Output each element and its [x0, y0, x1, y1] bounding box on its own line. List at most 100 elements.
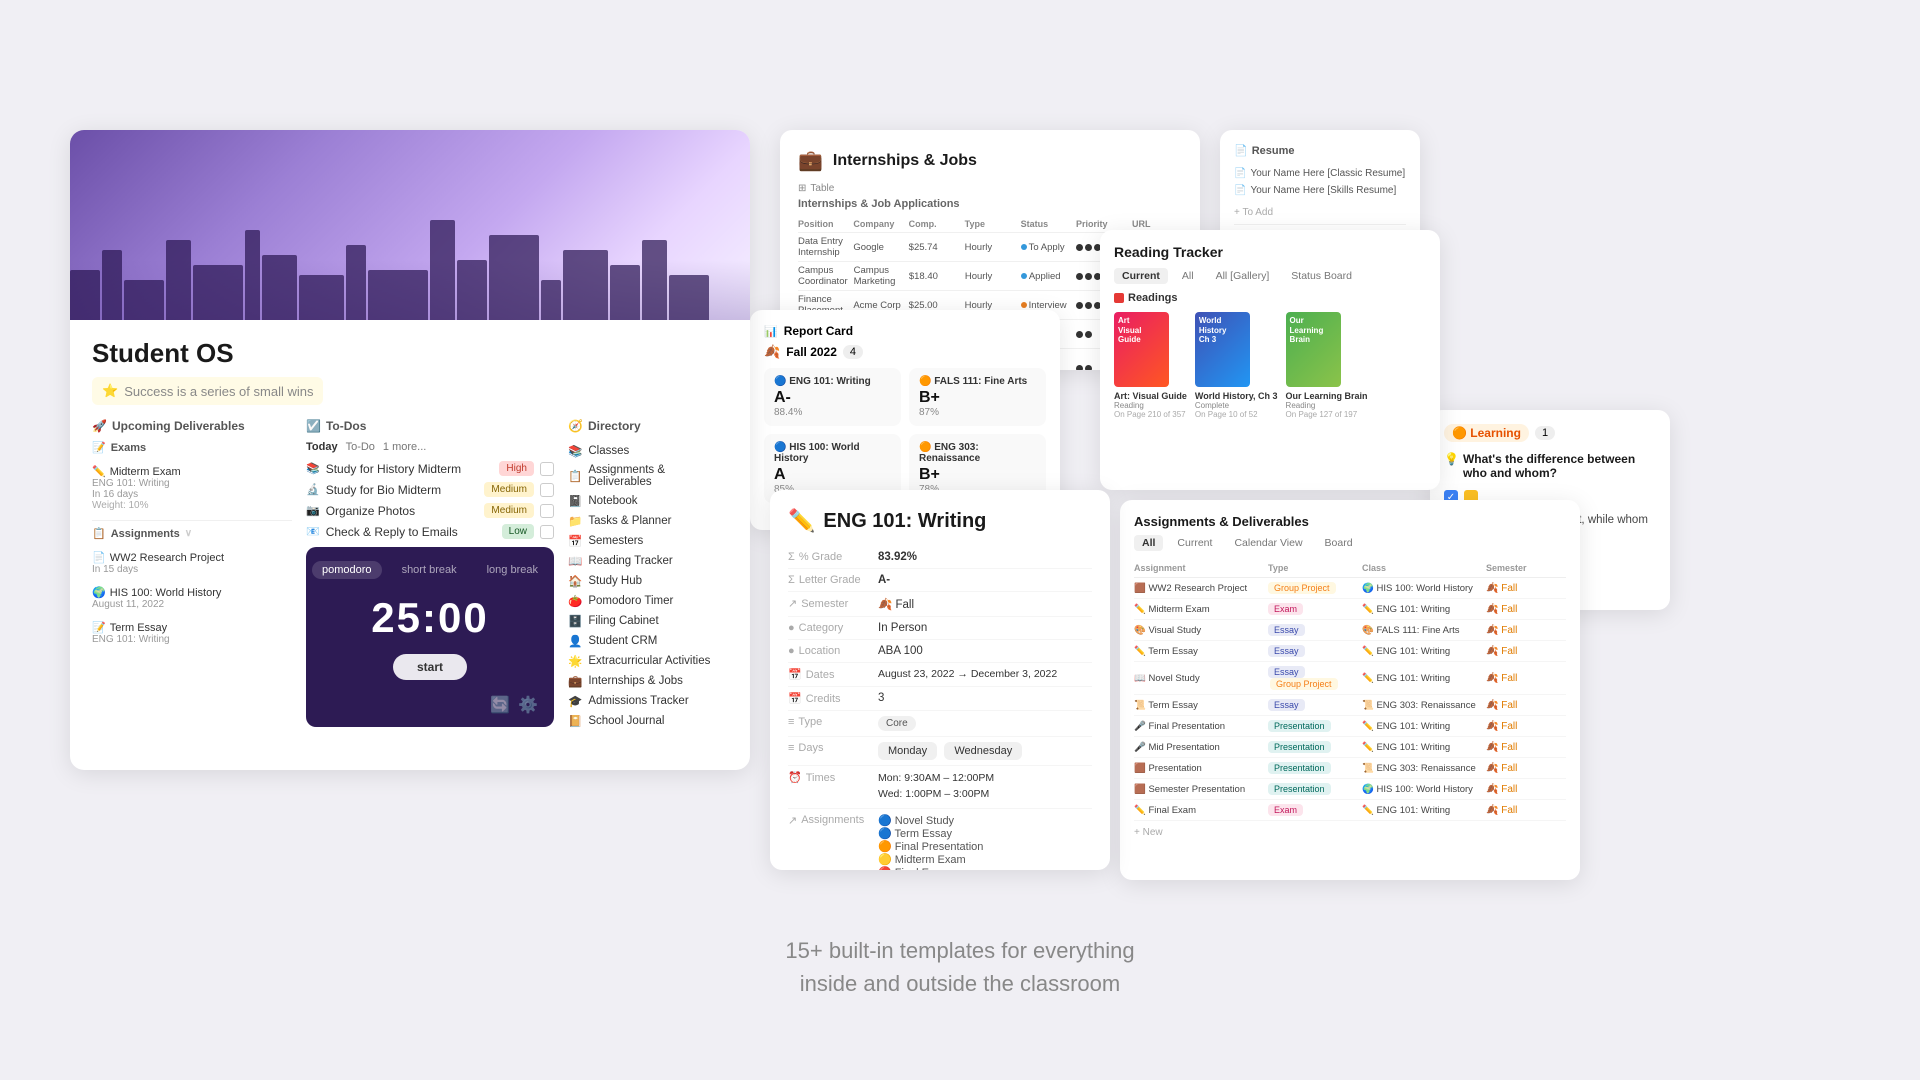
tab-status-board[interactable]: Status Board [1283, 268, 1360, 284]
reading-tracker-card: Reading Tracker Current All All [Gallery… [1100, 230, 1440, 490]
tab-board[interactable]: Board [1317, 535, 1361, 551]
star-icon: ⭐ [102, 383, 118, 399]
building-14 [541, 280, 561, 320]
tab-long-break[interactable]: long break [477, 561, 548, 579]
book-2-container: WorldHistoryCh 3 World History, Ch 3 Com… [1195, 312, 1278, 419]
dir-semesters[interactable]: 📅Semesters [568, 531, 728, 551]
tasks-icon: 📁 [568, 514, 582, 528]
report-header: 📊 Report Card [764, 324, 1046, 338]
course-eng101: 🔵 ENG 101: Writing A- 88.4% [764, 368, 901, 426]
todos-label: ☑️ To-Dos [306, 419, 554, 433]
eng101-card: ✏️ ENG 101: Writing Σ % Grade 83.92% Σ L… [770, 490, 1110, 870]
building-11 [430, 220, 455, 320]
cards-area: Student OS ⭐ Success is a series of smal… [0, 90, 1920, 990]
pomodoro-tabs: pomodoro short break long break [312, 561, 548, 579]
learning-badge: 🟠 Learning [1444, 424, 1529, 442]
assignments-icon: 📋 [568, 469, 582, 483]
course-icon-3: 🔵 [774, 442, 786, 453]
assignments-title: Assignments & Deliverables [1134, 514, 1566, 529]
dir-tasks[interactable]: 📁Tasks & Planner [568, 511, 728, 531]
exam-icon: 📝 [92, 441, 106, 454]
dir-admissions[interactable]: 🎓Admissions Tracker [568, 691, 728, 711]
dir-filing[interactable]: 🗄️Filing Cabinet [568, 611, 728, 631]
dir-journal[interactable]: 📔School Journal [568, 711, 728, 731]
clock-icon: ⏰ [788, 771, 802, 784]
dir-pomodoro[interactable]: 🍅Pomodoro Timer [568, 591, 728, 611]
dir-study-hub[interactable]: 🏠Study Hub [568, 571, 728, 591]
dir-crm[interactable]: 👤Student CRM [568, 631, 728, 651]
todo-checkbox-4[interactable] [540, 525, 554, 539]
assignments-section-label: 📋 Assignments ∨ [92, 527, 292, 540]
book-cover-2[interactable]: WorldHistoryCh 3 [1195, 312, 1250, 387]
grade-pct-row: Σ % Grade 83.92% [788, 546, 1092, 569]
start-button[interactable]: start [393, 654, 467, 680]
assignment-item-2: 🌍 HIS 100: World History August 11, 2022 [92, 583, 292, 613]
notebook-icon: 📓 [568, 494, 582, 508]
add-resume-button[interactable]: + To Add [1234, 207, 1406, 218]
compass-icon: 🧭 [568, 419, 583, 433]
reading-icon: 📖 [568, 554, 582, 568]
assign-arrow-icon: ↗ [788, 814, 797, 827]
tab-current[interactable]: Current [1114, 268, 1168, 284]
building-3 [124, 280, 164, 320]
tab-more[interactable]: 1 more... [383, 441, 426, 453]
tab-all[interactable]: All [1174, 268, 1202, 284]
todo-item-1: 📚 Study for History Midterm High [306, 461, 554, 476]
dir-classes[interactable]: 📚Classes [568, 441, 728, 461]
book-1-container: ArtVisualGuide Art: Visual Guide Reading… [1114, 312, 1187, 419]
building-16 [610, 265, 640, 320]
assignment-item-1: 📄 WW2 Research Project In 15 days [92, 548, 292, 578]
todo-item-3: 📷 Organize Photos Medium [306, 503, 554, 518]
times-row: ⏰ Times Mon: 9:30AM – 12:00PMWed: 1:00PM… [788, 766, 1092, 809]
dir-internships[interactable]: 💼Internships & Jobs [568, 671, 728, 691]
email-icon: 📧 [306, 525, 320, 538]
course-icon-2: 🟠 [919, 376, 931, 387]
asgn-row-4: ✏️ Term Essay Essay ✏️ ENG 101: Writing … [1134, 641, 1566, 662]
study-hub-icon: 🏠 [568, 574, 582, 588]
building-2 [102, 250, 122, 320]
location-row: ● Location ABA 100 [788, 640, 1092, 663]
crm-icon: 👤 [568, 634, 582, 648]
list-icon: 📋 [92, 527, 106, 540]
check-icon: ☑️ [306, 419, 321, 433]
todo-checkbox-1[interactable] [540, 462, 554, 476]
dir-reading[interactable]: 📖Reading Tracker [568, 551, 728, 571]
tab-pomodoro[interactable]: pomodoro [312, 561, 382, 579]
book-cover-1[interactable]: ArtVisualGuide [1114, 312, 1169, 387]
resume-item-2[interactable]: 📄 Your Name Here [Skills Resume] [1234, 182, 1406, 199]
credits-row: 📅 Credits 3 [788, 687, 1092, 711]
tab-all-assignments[interactable]: All [1134, 535, 1163, 551]
assignments-filter-tabs: All Current Calendar View Board [1134, 535, 1566, 551]
todo-checkbox-2[interactable] [540, 483, 554, 497]
assignments-table-header: Assignment Type Class Semester [1134, 559, 1566, 578]
reading-filter-tabs: Current All All [Gallery] Status Board [1114, 268, 1426, 284]
todo-item-4: 📧 Check & Reply to Emails Low [306, 524, 554, 539]
dir-assignments[interactable]: 📋Assignments & Deliverables [568, 461, 728, 491]
dir-notebook[interactable]: 📓Notebook [568, 491, 728, 511]
building-7 [262, 255, 297, 320]
semesters-icon: 📅 [568, 534, 582, 548]
refresh-icon: 🔄 [490, 695, 510, 715]
building-13 [489, 235, 539, 320]
tab-today[interactable]: Today [306, 441, 338, 453]
photos-icon: 📷 [306, 504, 320, 517]
todo-tab-bar: Today To-Do 1 more... [306, 441, 554, 453]
days-icon: ≡ [788, 742, 794, 754]
learning-question: 💡 What's the difference between who and … [1444, 452, 1656, 480]
light-icon: 💡 [1444, 452, 1459, 466]
tab-calendar-view[interactable]: Calendar View [1226, 535, 1310, 551]
tab-gallery[interactable]: All [Gallery] [1208, 268, 1278, 284]
tab-current-assignments[interactable]: Current [1169, 535, 1220, 551]
readings-label: Readings [1114, 292, 1426, 304]
todo-checkbox-3[interactable] [540, 504, 554, 518]
book-cover-3[interactable]: OurLearningBrain [1286, 312, 1341, 387]
resume-item-1[interactable]: 📄 Your Name Here [Classic Resume] [1234, 165, 1406, 182]
type-icon: ≡ [788, 716, 794, 728]
tab-todo[interactable]: To-Do [346, 441, 375, 453]
wednesday-chip: Wednesday [944, 742, 1022, 760]
dir-extra[interactable]: 🌟Extracurricular Activities [568, 651, 728, 671]
tab-short-break[interactable]: short break [392, 561, 467, 579]
add-assignment-button[interactable]: + New [1134, 827, 1566, 838]
priority-medium-1: Medium [484, 482, 534, 497]
deliverables-col: 🚀 Upcoming Deliverables 📝 Exams ✏️ Midte… [92, 419, 292, 731]
